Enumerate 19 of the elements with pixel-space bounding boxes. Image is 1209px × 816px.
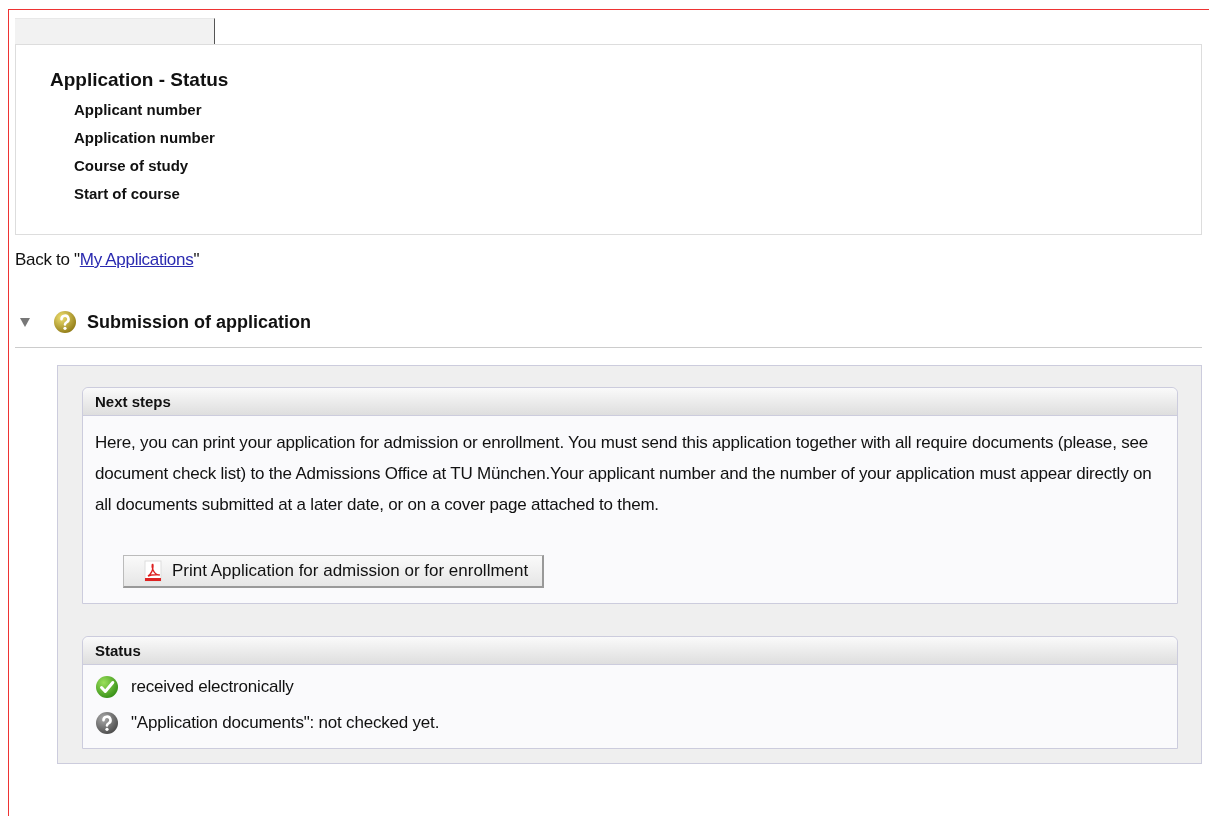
section-title: Submission of application xyxy=(87,311,311,333)
field-label: Start of course xyxy=(74,184,181,204)
check-icon xyxy=(95,675,119,699)
my-applications-link[interactable]: My Applications xyxy=(79,250,194,269)
back-text: Back to "My Applications" xyxy=(15,250,201,270)
instructions-text: Here, you can print your application for admission or enrollment. You must send this application together with all require documents (please, see document check list) to the Admissions Office at TU München.Your applicant number and the number of your application must appear directly on all documents submitted at a later date, or on a cover page attached to them. xyxy=(94,432,1153,516)
page-title: Application - Status xyxy=(50,69,230,91)
field-label: Applicant number xyxy=(74,100,203,120)
status-text: "Application documents": not checked yet. xyxy=(131,713,440,733)
field-label: Course of study xyxy=(74,156,190,176)
field-label: Application number xyxy=(74,128,216,148)
card-header: Status xyxy=(83,637,1177,665)
card-header: Next steps xyxy=(83,388,1177,416)
help-icon xyxy=(53,310,77,334)
question-icon xyxy=(95,711,119,735)
print-button[interactable]: Print Application for admission or for enrollment xyxy=(123,555,545,588)
pdf-icon xyxy=(144,560,162,582)
collapse-icon[interactable] xyxy=(19,316,31,328)
status-text: received electronically xyxy=(131,677,294,697)
